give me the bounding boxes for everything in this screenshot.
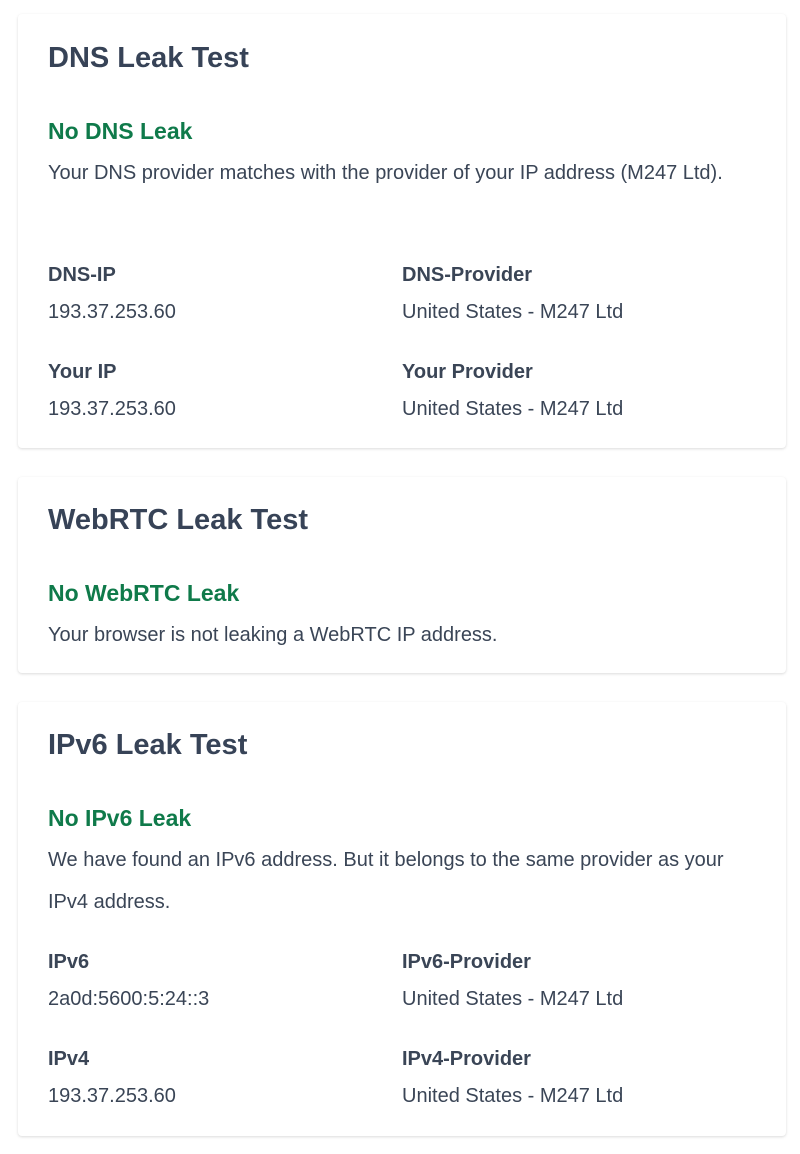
ipv6-address-field: IPv6 2a0d:5600:5:24::3 bbox=[48, 949, 388, 1012]
webrtc-leak-test-card: WebRTC Leak Test No WebRTC Leak Your bro… bbox=[18, 477, 786, 673]
your-ip-field: Your IP 193.37.253.60 bbox=[48, 359, 388, 422]
ipv4-provider-label: IPv4-Provider bbox=[402, 1048, 531, 1070]
ipv4-label: IPv4 bbox=[48, 1048, 90, 1070]
dns-ip-field: DNS-IP 193.37.253.60 bbox=[48, 262, 388, 325]
webrtc-card-title: WebRTC Leak Test bbox=[48, 504, 308, 536]
your-provider-value: United States - M247 Ltd bbox=[402, 398, 624, 420]
dns-provider-field: DNS-Provider United States - M247 Ltd bbox=[402, 262, 742, 325]
dns-leak-test-card: DNS Leak Test No DNS Leak Your DNS provi… bbox=[18, 14, 786, 448]
ipv6-label: IPv6 bbox=[48, 951, 90, 973]
ipv6-description: We have found an IPv6 address. But it be… bbox=[48, 849, 724, 913]
dns-status: No DNS Leak bbox=[48, 118, 193, 144]
dns-provider-value: United States - M247 Ltd bbox=[402, 301, 624, 323]
ipv6-status: No IPv6 Leak bbox=[48, 805, 192, 831]
ipv4-address-field: IPv4 193.37.253.60 bbox=[48, 1046, 388, 1109]
webrtc-status: No WebRTC Leak bbox=[48, 580, 240, 606]
ipv4-provider-field: IPv4-Provider United States - M247 Ltd bbox=[402, 1046, 742, 1109]
your-provider-field: Your Provider United States - M247 Ltd bbox=[402, 359, 742, 422]
ipv6-provider-value: United States - M247 Ltd bbox=[402, 988, 624, 1010]
your-provider-label: Your Provider bbox=[402, 361, 533, 383]
ipv6-value: 2a0d:5600:5:24::3 bbox=[48, 988, 210, 1010]
dns-ip-value: 193.37.253.60 bbox=[48, 301, 176, 323]
ipv6-leak-test-card: IPv6 Leak Test No IPv6 Leak We have foun… bbox=[18, 702, 786, 1136]
ipv6-card-title: IPv6 Leak Test bbox=[48, 729, 248, 761]
dns-provider-label: DNS-Provider bbox=[402, 264, 533, 286]
your-ip-label: Your IP bbox=[48, 361, 117, 383]
webrtc-description: Your browser is not leaking a WebRTC IP … bbox=[48, 624, 498, 646]
your-ip-value: 193.37.253.60 bbox=[48, 398, 176, 420]
ipv6-provider-label: IPv6-Provider bbox=[402, 951, 531, 973]
dns-card-title: DNS Leak Test bbox=[48, 42, 249, 74]
ipv4-value: 193.37.253.60 bbox=[48, 1085, 176, 1107]
dns-description: Your DNS provider matches with the provi… bbox=[48, 162, 723, 184]
dns-ip-label: DNS-IP bbox=[48, 264, 116, 286]
ipv4-provider-value: United States - M247 Ltd bbox=[402, 1085, 624, 1107]
ipv6-provider-field: IPv6-Provider United States - M247 Ltd bbox=[402, 949, 742, 1012]
